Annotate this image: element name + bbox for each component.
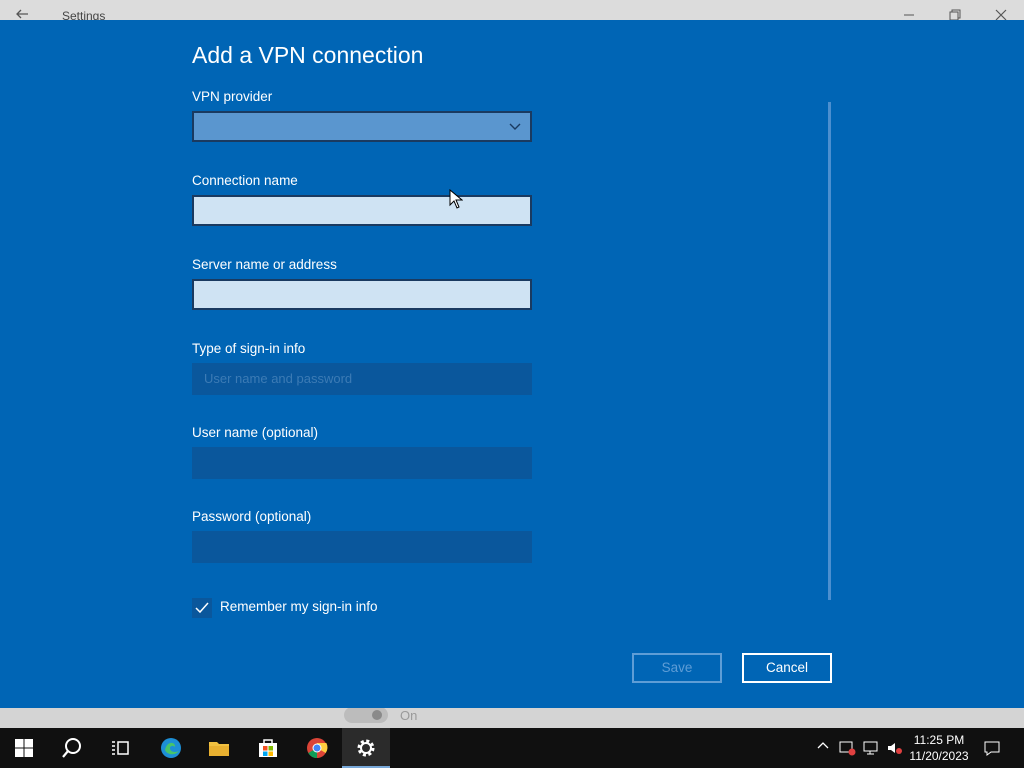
search-button[interactable] [48,728,96,768]
chrome-button[interactable] [293,728,341,768]
file-explorer-button[interactable] [195,728,243,768]
server-address-label: Server name or address [192,257,337,272]
dialog-scrollbar[interactable] [828,102,831,600]
remember-signin-checkbox[interactable] [192,598,212,618]
background-toggle [344,707,388,723]
signin-type-label: Type of sign-in info [192,341,306,356]
dialog-title: Add a VPN connection [192,42,424,68]
chevron-up-icon[interactable] [814,739,832,757]
vpn-provider-label: VPN provider [192,89,273,104]
username-input[interactable] [192,447,532,479]
password-input[interactable] [192,531,532,563]
task-view-button[interactable] [96,728,144,768]
store-button[interactable] [244,728,292,768]
clock-date: 11/20/2023 [909,749,969,763]
start-button[interactable] [0,728,48,768]
connection-name-label: Connection name [192,173,298,188]
password-label: Password (optional) [192,509,312,524]
mouse-cursor-icon [449,189,463,209]
add-vpn-dialog: Add a VPN connection VPN provider Connec… [0,20,1024,708]
signin-type-dropdown[interactable]: User name and password [192,363,532,395]
chevron-down-icon [509,123,521,130]
file-explorer-icon [209,742,229,756]
background-toggle-label: On [400,708,418,723]
network-icon[interactable] [862,739,880,757]
clock-time: 11:25 PM [913,733,965,747]
system-clock[interactable]: 11:25 PM 11/20/2023 [906,732,972,764]
edge-button[interactable] [147,728,195,768]
username-label: User name (optional) [192,425,319,440]
checkmark-icon [195,602,209,614]
security-alert-icon[interactable] [838,739,856,757]
remember-signin-label[interactable]: Remember my sign-in info [220,599,378,614]
store-icon [259,739,277,757]
edge-icon [161,738,181,758]
settings-bottom-strip [0,708,1024,728]
volume-muted-icon[interactable] [886,739,904,757]
cancel-button[interactable]: Cancel [742,653,832,683]
settings-taskbar-button[interactable] [342,728,390,768]
start-icon [15,739,33,757]
search-icon [62,738,81,758]
chrome-icon [307,738,328,759]
server-address-input[interactable] [192,279,532,310]
task-view-icon [112,741,129,755]
notifications-icon[interactable] [983,739,1001,757]
vpn-provider-dropdown[interactable] [192,111,532,142]
connection-name-input[interactable] [192,195,532,226]
settings-icon [357,739,375,757]
save-button[interactable]: Save [632,653,722,683]
taskbar: 11:25 PM 11/20/2023 [0,728,1024,768]
